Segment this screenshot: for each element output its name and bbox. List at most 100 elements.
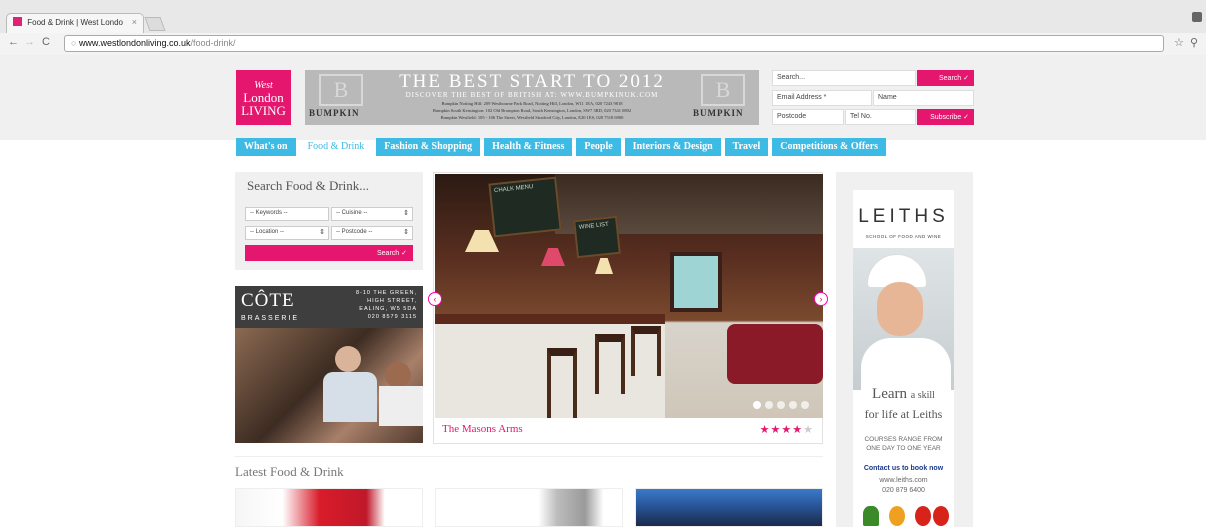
cuisine-select[interactable]: -- Cuisine -- ⇕ bbox=[331, 207, 413, 221]
window-control-icon[interactable] bbox=[1192, 12, 1202, 22]
reload-icon[interactable]: C bbox=[42, 36, 50, 48]
cote-phone: 020 8579 3115 bbox=[367, 314, 417, 320]
vegetable-image bbox=[915, 506, 931, 526]
latest-thumbnail[interactable] bbox=[435, 488, 623, 527]
slide-dot[interactable] bbox=[801, 401, 809, 409]
star-empty-icon: ★ bbox=[803, 424, 814, 436]
slide-image-pub-interior[interactable]: CHALK MENU WINE LIST bbox=[435, 174, 823, 418]
forward-arrow-icon[interactable]: → bbox=[24, 36, 35, 48]
cote-addr-3: EALING, W5 5DA bbox=[359, 306, 417, 312]
slide-dot[interactable] bbox=[753, 401, 761, 409]
cuisine-value: -- Cuisine -- bbox=[336, 210, 368, 216]
site-search-input[interactable]: Search... bbox=[772, 70, 916, 86]
nav-health-fitness[interactable]: Health & Fitness bbox=[484, 138, 573, 156]
banner-address-1: Bumpkin Notting Hill: 209 Westbourne Par… bbox=[441, 101, 623, 106]
cote-addr-2: HIGH STREET, bbox=[367, 298, 417, 304]
bumpkin-logo-mark-left: B bbox=[319, 74, 363, 106]
banner-address-3: Bumpkin Westfield: 105 - 106 The Street,… bbox=[440, 115, 624, 120]
bar-stool bbox=[631, 326, 661, 376]
nav-interiors-design[interactable]: Interiors & Design bbox=[624, 138, 721, 156]
browser-chrome: Food & Drink | West Londo × ← → C ○ www.… bbox=[0, 0, 1206, 55]
banner-subtitle: DISCOVER THE BEST OF BRITISH AT: WWW.BUM… bbox=[405, 91, 659, 99]
postcode-field[interactable]: Postcode bbox=[772, 109, 844, 125]
nav-competitions-offers[interactable]: Competitions & Offers bbox=[772, 138, 887, 156]
main-nav: What's on Food & Drink Fashion & Shoppin… bbox=[236, 138, 973, 156]
nav-travel[interactable]: Travel bbox=[724, 138, 769, 156]
logo-line-3: LIVING bbox=[241, 103, 286, 118]
section-divider bbox=[235, 456, 823, 457]
select-caret-icon: ⇕ bbox=[403, 210, 409, 217]
leiths-life: for life at Leiths bbox=[864, 407, 943, 421]
cote-sub: BRASSERIE bbox=[241, 315, 300, 322]
keywords-input[interactable]: -- Keywords -- bbox=[245, 207, 329, 221]
bumpkin-brand-right: BUMPKIN bbox=[693, 108, 744, 118]
back-arrow-icon[interactable]: ← bbox=[8, 36, 19, 48]
slide-caption[interactable]: The Masons Arms bbox=[442, 423, 523, 435]
star-icon: ★ bbox=[759, 424, 771, 436]
star-rating: ★★★★★ bbox=[760, 423, 814, 436]
wrench-icon[interactable]: ⚲ bbox=[1190, 36, 1198, 49]
site-search-button[interactable]: Search ✓ bbox=[917, 70, 974, 86]
star-icon: ★ bbox=[781, 424, 793, 436]
slider-next-icon[interactable]: › bbox=[814, 292, 828, 306]
red-sofa bbox=[727, 324, 823, 384]
bar-stool bbox=[547, 348, 577, 418]
site-logo[interactable]: West London LIVING bbox=[236, 70, 291, 125]
lampshade bbox=[595, 258, 613, 274]
food-search-button[interactable]: Search ✓ bbox=[245, 245, 413, 261]
pub-window bbox=[670, 252, 722, 312]
latest-thumbnail[interactable] bbox=[235, 488, 423, 527]
cote-brasserie-ad[interactable]: CÔTE BRASSERIE 8-10 THE GREEN, HIGH STRE… bbox=[235, 286, 423, 443]
slide-dot[interactable] bbox=[789, 401, 797, 409]
featured-slider: CHALK MENU WINE LIST ‹ › The Masons Arms… bbox=[428, 172, 828, 444]
tab-close-icon[interactable]: × bbox=[132, 17, 137, 27]
header-forms: Search... Search ✓ Email Address * Name … bbox=[772, 70, 974, 126]
bumpkin-banner-ad[interactable]: B BUMPKIN THE BEST START TO 2012 DISCOVE… bbox=[305, 70, 759, 125]
name-field[interactable]: Name bbox=[873, 90, 974, 106]
diner-figure bbox=[379, 386, 423, 426]
url-path: /food-drink/ bbox=[190, 38, 236, 48]
chalkboard: CHALK MENU bbox=[488, 176, 562, 238]
slide-pagination bbox=[753, 401, 809, 409]
slide-dot[interactable] bbox=[777, 401, 785, 409]
slide-dot[interactable] bbox=[765, 401, 773, 409]
page-icon: ○ bbox=[71, 38, 79, 48]
postcode-select[interactable]: -- Postcode -- ⇕ bbox=[331, 226, 413, 240]
select-caret-icon: ⇕ bbox=[403, 229, 409, 236]
subscribe-button[interactable]: Subscribe ✓ bbox=[917, 109, 974, 125]
chef-coat bbox=[861, 338, 951, 390]
cote-name: CÔTE bbox=[241, 290, 295, 311]
new-tab-button[interactable] bbox=[144, 17, 166, 31]
leiths-contact-link[interactable]: Contact us to book now bbox=[853, 465, 954, 472]
nav-fashion-shopping[interactable]: Fashion & Shopping bbox=[376, 138, 481, 156]
lampshade bbox=[541, 248, 565, 266]
address-bar[interactable]: ○ www.westlondonliving.co.uk/food-drink/ bbox=[64, 35, 1164, 52]
askill-word: a skill bbox=[910, 390, 935, 401]
nav-people[interactable]: People bbox=[576, 138, 621, 156]
select-caret-icon: ⇕ bbox=[319, 229, 325, 236]
bookmark-star-icon[interactable]: ☆ bbox=[1174, 36, 1184, 49]
leiths-sub: SCHOOL OF FOOD AND WINE bbox=[865, 234, 942, 239]
latest-heading: Latest Food & Drink bbox=[235, 464, 344, 479]
browser-tab[interactable]: Food & Drink | West Londo × bbox=[6, 13, 144, 33]
leiths-learn: Learn a skill bbox=[853, 386, 954, 403]
tel-field[interactable]: Tel No. bbox=[845, 109, 916, 125]
tab-title: Food & Drink | West Londo bbox=[27, 18, 123, 27]
nav-whats-on[interactable]: What's on bbox=[236, 138, 296, 156]
postcode-value: -- Postcode -- bbox=[336, 229, 373, 235]
bumpkin-brand-left: BUMPKIN bbox=[309, 108, 360, 118]
leiths-title: LEITHS bbox=[858, 206, 949, 227]
email-field[interactable]: Email Address * bbox=[772, 90, 872, 106]
nav-food-drink[interactable]: Food & Drink bbox=[300, 138, 373, 156]
search-panel-title: Search Food & Drink... bbox=[247, 178, 370, 193]
slider-prev-icon[interactable]: ‹ bbox=[428, 292, 442, 306]
vegetable-image bbox=[933, 506, 949, 526]
latest-thumbnail[interactable] bbox=[635, 488, 823, 527]
waitress-figure bbox=[323, 372, 377, 422]
favicon-icon bbox=[13, 17, 22, 26]
leiths-web: www.leiths.com bbox=[879, 477, 928, 484]
food-search-panel: Search Food & Drink... -- Keywords -- --… bbox=[235, 172, 423, 270]
leiths-ad[interactable]: LEITHS SCHOOL OF FOOD AND WINE Learn a s… bbox=[853, 190, 954, 527]
bumpkin-logo-mark-right: B bbox=[701, 74, 745, 106]
location-select[interactable]: -- Location -- ⇕ bbox=[245, 226, 329, 240]
